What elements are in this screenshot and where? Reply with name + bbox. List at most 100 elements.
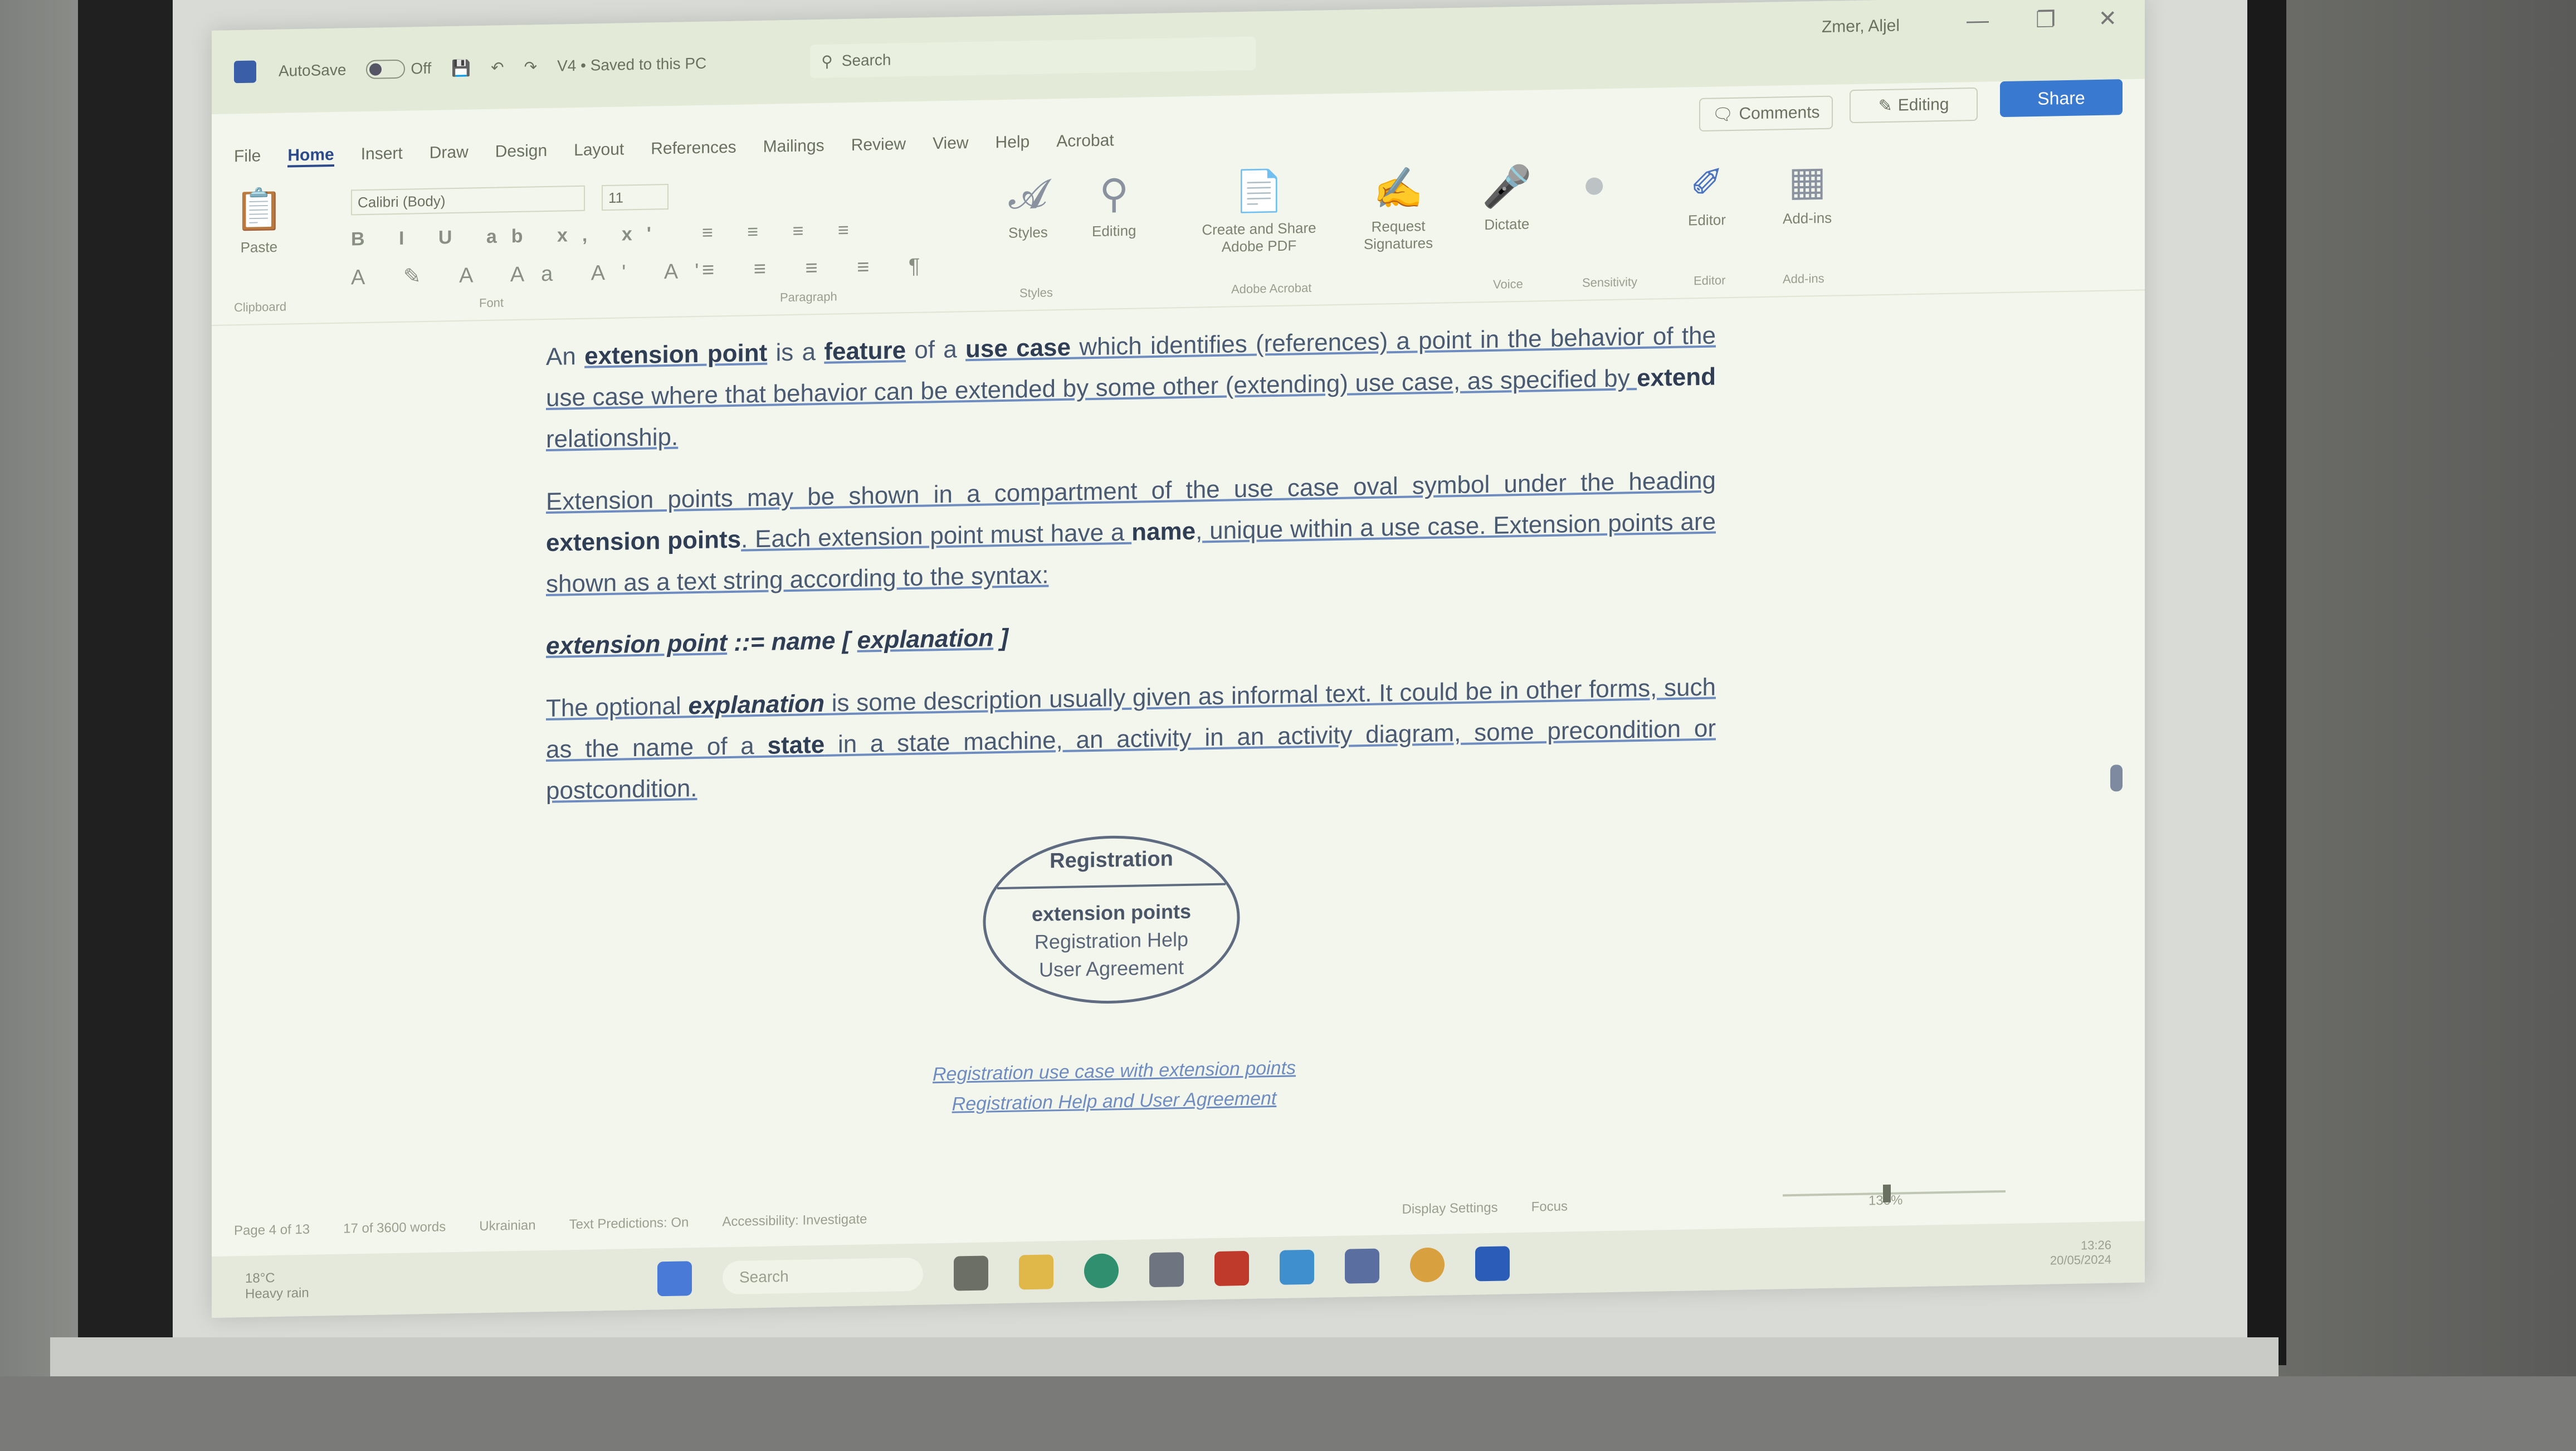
word-logo-icon: [234, 60, 256, 84]
start-icon[interactable]: [657, 1261, 692, 1297]
text-run: of a: [906, 335, 966, 364]
edge-icon[interactable]: [1084, 1253, 1119, 1289]
font-size-select[interactable]: 11: [602, 183, 669, 211]
document-body[interactable]: An extension point is a feature of a use…: [546, 315, 1716, 834]
comments-label: Comments: [1739, 103, 1820, 123]
tab-draw[interactable]: Draw: [430, 143, 469, 165]
taskbar-search-label: Search: [739, 1268, 789, 1286]
text-predictions[interactable]: Text Predictions: On: [569, 1215, 689, 1233]
display-settings[interactable]: Display Settings: [1402, 1200, 1498, 1218]
file-explorer-icon[interactable]: [954, 1255, 988, 1291]
paragraph-buttons-row-2[interactable]: ≡ ≡ ≡ ≡ ¶: [702, 254, 936, 283]
font-name-value: Calibri (Body): [358, 192, 446, 211]
term-use-case: use case: [965, 333, 1071, 363]
tab-references[interactable]: References: [651, 138, 736, 161]
addins-button[interactable]: ▦ Add-ins: [1783, 157, 1832, 228]
editing-button[interactable]: ⚲ Editing: [1092, 170, 1136, 240]
tab-review[interactable]: Review: [851, 135, 906, 157]
chrome-icon[interactable]: [1410, 1247, 1445, 1283]
app-l-icon[interactable]: [1214, 1250, 1249, 1287]
tab-acrobat[interactable]: Acrobat: [1056, 131, 1114, 153]
close-icon[interactable]: ✕: [2098, 6, 2117, 32]
autosave-toggle[interactable]: [366, 59, 406, 79]
term-extend: extend: [1637, 363, 1716, 392]
paste-label: Paste: [240, 238, 278, 256]
tab-mailings[interactable]: Mailings: [763, 137, 824, 159]
word-window: AutoSave Off 💾 ↶ ↷ V4 • Saved to this PC…: [212, 0, 2145, 1318]
folder-icon[interactable]: [1019, 1254, 1053, 1290]
save-app-icon[interactable]: [1345, 1248, 1379, 1284]
save-icon[interactable]: 💾: [451, 59, 471, 77]
weather-desc: Heavy rain: [245, 1285, 309, 1302]
taskbar-search[interactable]: Search: [723, 1257, 923, 1295]
editing-label: Editing: [1897, 95, 1949, 115]
use-case-name: Registration: [1050, 847, 1173, 873]
request-signatures-label: Request Signatures: [1363, 217, 1433, 253]
taskbar-apps: Search: [657, 1245, 1540, 1297]
editor-label: Editor: [1688, 211, 1726, 229]
teams-icon[interactable]: [1280, 1249, 1314, 1285]
syntax-explanation: explanation: [857, 624, 994, 655]
font-color-row[interactable]: A ✎ A Aa A' A': [351, 258, 715, 290]
comments-button[interactable]: 🗨 Comments: [1699, 95, 1833, 132]
tab-file[interactable]: File: [234, 147, 261, 168]
editing-mode-button[interactable]: ✎ Editing: [1850, 87, 1978, 124]
styles-button[interactable]: 𝓐 Styles: [1008, 171, 1048, 241]
font-size-value: 11: [608, 189, 623, 206]
group-label-clipboard: Clipboard: [234, 299, 287, 315]
search-input[interactable]: ⚲ Search: [810, 36, 1256, 79]
sensitivity-button[interactable]: ●: [1582, 161, 1607, 207]
store-icon[interactable]: [1149, 1252, 1184, 1288]
minimize-icon[interactable]: —: [1967, 8, 1989, 34]
signature-icon: ✍: [1373, 166, 1423, 212]
accessibility-check[interactable]: Accessibility: Investigate: [722, 1211, 867, 1230]
editor-pen-icon: ✐: [1690, 160, 1724, 206]
editor-button[interactable]: ✐ Editor: [1688, 159, 1726, 229]
font-name-select[interactable]: Calibri (Body): [351, 185, 585, 216]
system-clock[interactable]: 13:26 20/05/2024: [2050, 1238, 2111, 1268]
redo-icon[interactable]: ↷: [524, 57, 537, 76]
document-title[interactable]: V4 • Saved to this PC: [557, 55, 706, 75]
word-count[interactable]: 17 of 3600 words: [343, 1219, 446, 1236]
group-label-styles: Styles: [1019, 285, 1053, 300]
tab-help[interactable]: Help: [996, 133, 1030, 154]
tab-design[interactable]: Design: [495, 142, 547, 164]
group-label-adobe: Adobe Acrobat: [1231, 280, 1312, 296]
extension-point-item: User Agreement: [1039, 956, 1184, 981]
paragraph-buttons-row[interactable]: ≡ ≡ ≡ ≡: [702, 220, 863, 244]
styles-icon: 𝓐: [1008, 172, 1048, 217]
weather-widget[interactable]: 18°C Heavy rain: [245, 1270, 309, 1302]
vertical-scrollbar-thumb[interactable]: [2110, 765, 2123, 792]
page-count[interactable]: Page 4 of 13: [234, 1222, 310, 1239]
user-name[interactable]: Zmer, Aljel: [1822, 16, 1900, 37]
format-buttons-row[interactable]: B I U ab x, x': [351, 223, 666, 250]
restore-icon[interactable]: ❐: [2036, 7, 2056, 33]
tab-view[interactable]: View: [933, 134, 968, 155]
figure-caption: Registration use case with extension poi…: [930, 1053, 1298, 1120]
group-label-font: Font: [479, 295, 504, 310]
word-taskbar-icon[interactable]: [1475, 1246, 1510, 1282]
tab-insert[interactable]: Insert: [361, 144, 403, 166]
focus-mode[interactable]: Focus: [1531, 1199, 1568, 1215]
search-icon: ⚲: [821, 52, 833, 70]
clock-date: 20/05/2024: [2050, 1252, 2111, 1268]
dictate-button[interactable]: 🎤 Dictate: [1482, 163, 1532, 234]
request-signatures-button[interactable]: ✍ Request Signatures: [1354, 164, 1443, 253]
term-state: state: [767, 731, 825, 759]
language-indicator[interactable]: Ukrainian: [479, 1218, 535, 1234]
term-name: name: [1131, 517, 1196, 546]
floor: [0, 1376, 2576, 1451]
syntax-bracket-open: [: [835, 627, 857, 655]
tab-layout[interactable]: Layout: [574, 140, 624, 162]
zoom-slider-knob[interactable]: [1883, 1184, 1891, 1203]
undo-icon[interactable]: ↶: [491, 58, 504, 76]
term-extension-points: extension points: [546, 525, 741, 557]
tab-home[interactable]: Home: [287, 145, 334, 168]
screen-bottom-bar: [50, 1337, 2279, 1376]
paste-button[interactable]: 📋 Paste: [234, 186, 284, 257]
term-extension-point: extension point: [584, 339, 768, 370]
addins-label: Add-ins: [1783, 209, 1832, 227]
share-button[interactable]: Share: [2000, 79, 2123, 118]
text-run: An: [546, 342, 585, 371]
create-share-pdf-button[interactable]: 📄 Create and Share Adobe PDF: [1192, 166, 1326, 256]
